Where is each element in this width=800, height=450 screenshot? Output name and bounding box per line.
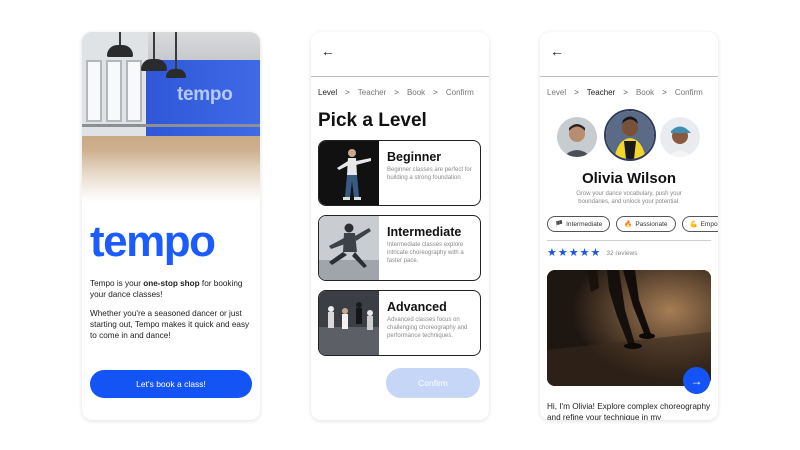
advanced-photo (319, 291, 379, 355)
wall-logo: tempo (177, 84, 233, 105)
teacher-screen: ← Level > Teacher > Book > Confirm Olivi… (540, 32, 718, 420)
teacher-name: Olivia Wilson (581, 170, 677, 187)
section-divider (547, 240, 711, 241)
chevron-right-icon: > (345, 88, 350, 97)
step-confirm[interactable]: Confirm (446, 88, 474, 97)
chevron-right-icon: > (574, 88, 579, 97)
tag-empowering[interactable]: 💪 Empo (681, 216, 718, 232)
level-card-advanced[interactable]: Advanced Advanced classes focus on chall… (318, 290, 481, 356)
teacher-avatar-left[interactable] (557, 117, 597, 157)
teacher-intro: Hi, I'm Olivia! Explore complex choreogr… (547, 402, 711, 420)
star-icon: ★ (547, 247, 557, 259)
chevron-right-icon: > (433, 88, 438, 97)
star-icon: ★ (579, 247, 590, 259)
confirm-button[interactable]: Confirm (386, 368, 480, 398)
beginner-photo (319, 141, 379, 205)
book-class-button[interactable]: Let's book a class! (90, 370, 252, 398)
flag-icon: 🏴 (555, 221, 564, 228)
star-icon: ★ (590, 247, 601, 259)
tag-passionate[interactable]: 🔥 Passionate (616, 216, 676, 232)
chevron-right-icon: > (662, 88, 667, 97)
step-teacher[interactable]: Teacher (587, 88, 615, 97)
fire-icon: 🔥 (624, 221, 633, 228)
back-arrow-icon[interactable]: ← (321, 44, 335, 58)
step-book[interactable]: Book (407, 88, 425, 97)
teacher-tags: 🏴 Intermediate 🔥 Passionate 💪 Empo (547, 216, 718, 232)
header-divider (311, 76, 489, 77)
tag-label: Intermediate (566, 220, 603, 228)
level-screen: ← Level > Teacher > Book > Confirm Pick … (311, 32, 489, 420)
level-name: Intermediate (387, 225, 462, 239)
app-logo: tempo (90, 217, 216, 266)
teacher-bio: Grow your dance vocabulary, push your bo… (576, 191, 682, 206)
level-card-beginner[interactable]: Beginner Beginner classes are perfect fo… (318, 140, 481, 206)
intro-lead: Tempo is your (90, 279, 144, 288)
step-level[interactable]: Level (318, 88, 337, 97)
intro-text-2: Whether you're a seasoned dancer or just… (90, 309, 250, 341)
intro-text: Tempo is your one-stop shop for booking … (90, 278, 254, 300)
welcome-screen: tempo tempo Tempo is your one-stop shop … (82, 32, 260, 420)
level-description: Intermediate classes explore intricate c… (387, 242, 464, 264)
tag-intermediate[interactable]: 🏴 Intermediate (547, 216, 611, 232)
level-name: Advanced (387, 300, 447, 314)
header-divider (540, 76, 718, 77)
chevron-right-icon: > (394, 88, 399, 97)
arrow-right-icon[interactable]: → (683, 367, 710, 394)
dance-studio-image: tempo (82, 32, 260, 202)
level-name: Beginner (387, 150, 442, 164)
step-indicator: Level > Teacher > Book > Confirm (547, 88, 715, 97)
step-confirm[interactable]: Confirm (675, 88, 703, 97)
level-card-intermediate[interactable]: Intermediate Intermediate classes explor… (318, 215, 481, 281)
chevron-right-icon: > (623, 88, 628, 97)
review-count[interactable]: 32 reviews (606, 250, 637, 257)
tag-label: Empo (700, 220, 718, 228)
back-arrow-icon[interactable]: ← (550, 44, 564, 58)
intro-emphasis: one-stop shop (143, 279, 200, 288)
step-teacher[interactable]: Teacher (358, 88, 386, 97)
step-book[interactable]: Book (636, 88, 654, 97)
level-description: Beginner classes are perfect for buildin… (387, 167, 472, 181)
star-icon: ★ (557, 247, 568, 259)
step-level[interactable]: Level (547, 88, 566, 97)
teacher-avatar-right[interactable] (660, 117, 700, 157)
class-photo (547, 270, 711, 386)
rating: ★ ★ ★ ★ ★ 32 reviews (547, 248, 637, 259)
tag-label: Passionate (635, 220, 668, 228)
muscle-icon: 💪 (689, 221, 698, 228)
star-icon: ★ (568, 247, 579, 259)
teacher-avatar-selected[interactable] (604, 109, 656, 161)
level-description: Advanced classes focus on challenging ch… (387, 317, 468, 339)
intermediate-photo (319, 216, 379, 280)
step-indicator: Level > Teacher > Book > Confirm (318, 88, 486, 97)
page-title: Pick a Level (318, 110, 427, 131)
